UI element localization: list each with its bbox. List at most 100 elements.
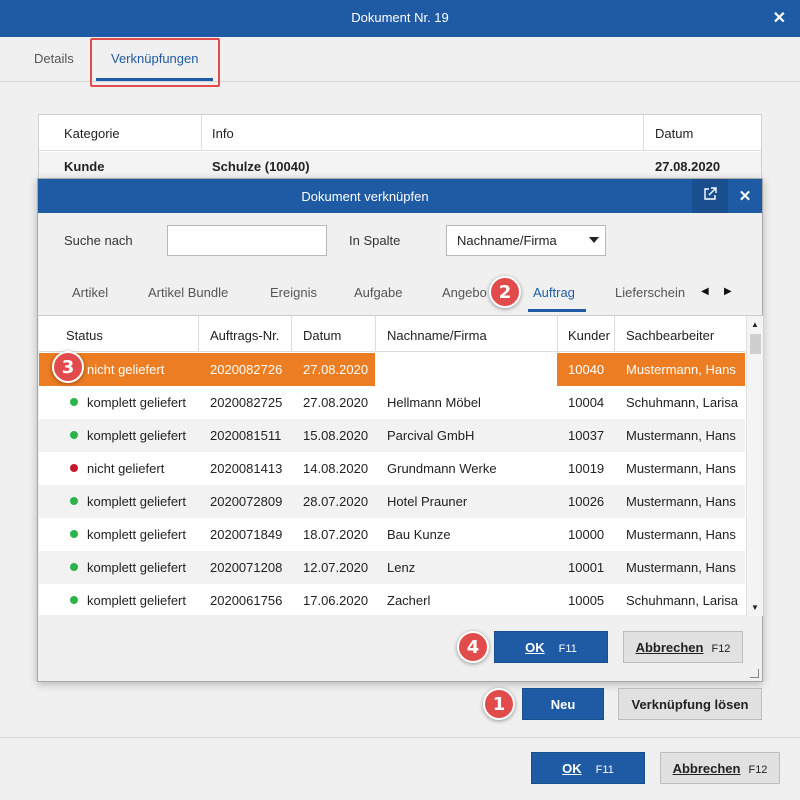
header-auftrags-nr[interactable]: Auftrags-Nr. [210,328,279,343]
tab-details[interactable]: Details [34,51,74,66]
header-sachbearbeiter[interactable]: Sachbearbeiter [626,328,714,343]
cell-status: komplett geliefert [87,395,186,410]
links-table-header: Kategorie Info Datum [39,115,761,151]
table-row[interactable]: komplett geliefert 2020072809 28.07.2020 Ho… [39,485,745,518]
table-row[interactable]: komplett geliefert 2020071208 12.07.2020 Le… [39,551,745,584]
tab-angebot[interactable]: Angebo [442,285,487,300]
cell-auftrags-nr: 2020061756 [210,593,283,608]
resize-grip-icon[interactable] [750,669,759,678]
cell-status: nicht geliefert [87,362,165,377]
callout-badge: 2 [489,276,521,308]
status-dot-icon [70,563,78,571]
cell-datum: 17.06.2020 [303,593,369,608]
column-divider [614,316,615,352]
dialog-cancel-button[interactable]: Abbrechen F12 [623,631,743,663]
dialog-close-icon[interactable]: ✕ [728,179,762,213]
cell-nachname-firma: Parcival GmbH [387,428,475,443]
cell-nachname-firma: Schulze [387,362,434,377]
window-titlebar: Dokument Nr. 19 ✕ [0,0,800,37]
header-kunde[interactable]: Kunder [568,328,610,343]
cell-status: nicht geliefert [87,461,165,476]
column-divider [643,115,644,151]
grid-scrollbar[interactable]: ▲ ▼ [746,316,763,616]
tab-artikel-bundle[interactable]: Artikel Bundle [148,285,228,300]
scroll-thumb[interactable] [750,334,761,354]
header-kategorie: Kategorie [64,126,120,141]
cell-kunde: 10000 [568,527,605,542]
cell-datum: 28.07.2020 [303,494,369,509]
grid-header: Status Auftrags-Nr. Datum Nachname/Firma… [39,316,745,352]
column-divider [201,115,202,151]
window-title: Dokument Nr. 19 [351,10,449,25]
cell-nachname-firma: Hotel Prauner [387,494,468,509]
search-input[interactable] [167,225,327,256]
links-table: Kategorie Info Datum Kunde Schulze (1004… [38,114,762,185]
table-row[interactable]: komplett geliefert 2020071849 18.07.2020 Ba… [39,518,745,551]
cell-status: komplett geliefert [87,428,186,443]
column-divider [375,316,376,352]
scroll-down-icon[interactable]: ▼ [751,603,759,612]
tab-scroll-left-icon[interactable]: ◀ [701,286,709,297]
cell-sachbearbeiter: Mustermann, Hans [626,494,736,509]
dialog-cancel-label: Abbrechen [635,640,704,655]
new-button[interactable]: Neu [522,688,604,720]
callout-badge: 1 [483,688,515,720]
tab-aufgabe[interactable]: Aufgabe [354,285,402,300]
cancel-key: F12 [748,764,768,776]
tab-scroll-right-icon[interactable]: ▶ [724,286,732,297]
dialog-ok-label: OK [525,640,545,655]
unlink-button[interactable]: Verknüpfung lösen [618,688,762,720]
active-tab-indicator [528,309,586,312]
tab-lieferschein[interactable]: Lieferschein [615,285,685,300]
status-dot-icon [70,398,78,406]
cell-kunde: 10037 [568,428,605,443]
cell-datum: 18.07.2020 [303,527,369,542]
cell-nachname-firma: Hellmann Möbel [387,395,481,410]
header-status[interactable]: Status [66,328,103,343]
cell-auftrags-nr: 2020072809 [210,494,283,509]
cell-nachname-firma: Grundmann Werke [387,461,497,476]
chevron-down-icon [589,237,599,243]
cell-nachname-firma: Bau Kunze [387,527,451,542]
dialog-title: Dokument verknüpfen [301,189,429,204]
cell-auftrags-nr: 2020081413 [210,461,283,476]
table-row[interactable]: komplett geliefert 2020061756 17.06.2020 Za… [39,584,745,617]
table-row[interactable]: komplett geliefert 2020081511 15.08.2020 Pa… [39,419,745,452]
cell-sachbearbeiter: Mustermann, Hans [626,560,736,575]
cell-kunde: 10019 [568,461,605,476]
column-select[interactable]: Nachname/Firma [446,225,606,256]
cell-auftrags-nr: 2020071849 [210,527,283,542]
close-icon[interactable]: ✕ [773,8,786,28]
status-dot-icon [70,596,78,604]
header-datum: Datum [655,126,694,141]
cancel-button[interactable]: Abbrechen F12 [660,752,780,784]
dialog-titlebar: Dokument verknüpfen ✕ [38,179,762,213]
tab-ereignis[interactable]: Ereignis [270,285,317,300]
tab-auftrag[interactable]: Auftrag [533,285,575,300]
cancel-label: Abbrechen [672,761,741,776]
table-row[interactable]: komplett geliefert 2020082725 27.08.2020 He… [39,386,745,419]
ok-button[interactable]: OK F11 [531,752,645,784]
popout-icon[interactable] [692,179,728,213]
cell-auftrags-nr: 2020082726 [210,362,283,377]
table-row[interactable]: nicht geliefert 2020082726 27.08.2020 Schul… [39,353,745,386]
orders-grid: Status Auftrags-Nr. Datum Nachname/Firma… [39,315,763,617]
column-label: In Spalte [349,233,401,248]
header-nachname-firma[interactable]: Nachname/Firma [387,328,487,343]
cell-kunde: 10001 [568,560,605,575]
cell-auftrags-nr: 2020082725 [210,395,283,410]
header-datum[interactable]: Datum [303,328,341,343]
cell-nachname-firma: Zacherl [387,593,431,608]
cell-datum: 15.08.2020 [303,428,369,443]
cell-sachbearbeiter: Mustermann, Hans [626,527,736,542]
tab-artikel[interactable]: Artikel [72,285,108,300]
cell-kunde: 10040 [568,362,605,377]
cell-datum: 27.08.2020 [655,159,721,174]
cell-nachname-firma: Lenz [387,560,416,575]
dialog-ok-button[interactable]: OK F11 [494,631,608,663]
cell-auftrags-nr: 2020071208 [210,560,283,575]
scroll-up-icon[interactable]: ▲ [751,320,759,329]
table-row[interactable]: nicht geliefert 2020081413 14.08.2020 Grund… [39,452,745,485]
cell-kategorie: Kunde [64,159,105,174]
cell-kunde: 10005 [568,593,605,608]
